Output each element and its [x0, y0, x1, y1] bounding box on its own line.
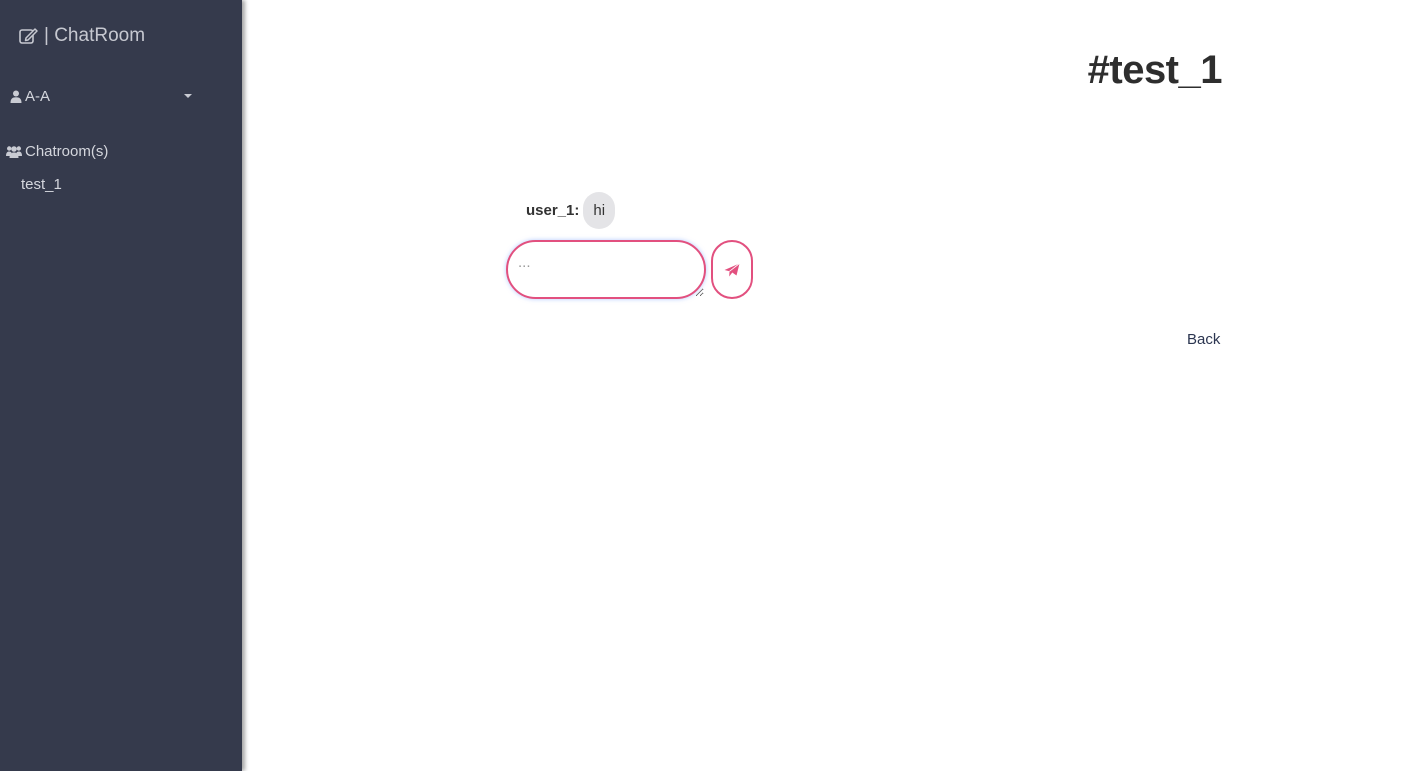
back-link[interactable]: Back: [1187, 331, 1220, 348]
users-icon: [6, 145, 22, 158]
brand[interactable]: | ChatRoom: [18, 24, 145, 48]
user-icon: [10, 90, 22, 103]
chatroom-item-test-1[interactable]: test_1: [21, 176, 62, 193]
chat-message: user_1: hi: [526, 192, 616, 229]
send-button[interactable]: [711, 240, 753, 299]
message-author: user_1:: [526, 202, 580, 219]
paper-plane-icon: [724, 262, 740, 276]
room-title: #test_1: [1087, 48, 1223, 92]
brand-label: | ChatRoom: [44, 25, 146, 46]
message-input[interactable]: [506, 240, 706, 299]
user-name: A-A: [25, 87, 51, 105]
sidebar: | ChatRoom A-A Chatroom(s) test_1: [0, 0, 242, 771]
message-bubble: hi: [583, 192, 616, 229]
user-menu-dropdown[interactable]: A-A: [10, 86, 196, 106]
edit-icon: [19, 28, 38, 44]
chatrooms-header: Chatroom(s): [6, 141, 108, 161]
chatrooms-header-label: Chatroom(s): [25, 142, 109, 160]
caret-down-icon: [184, 94, 192, 98]
